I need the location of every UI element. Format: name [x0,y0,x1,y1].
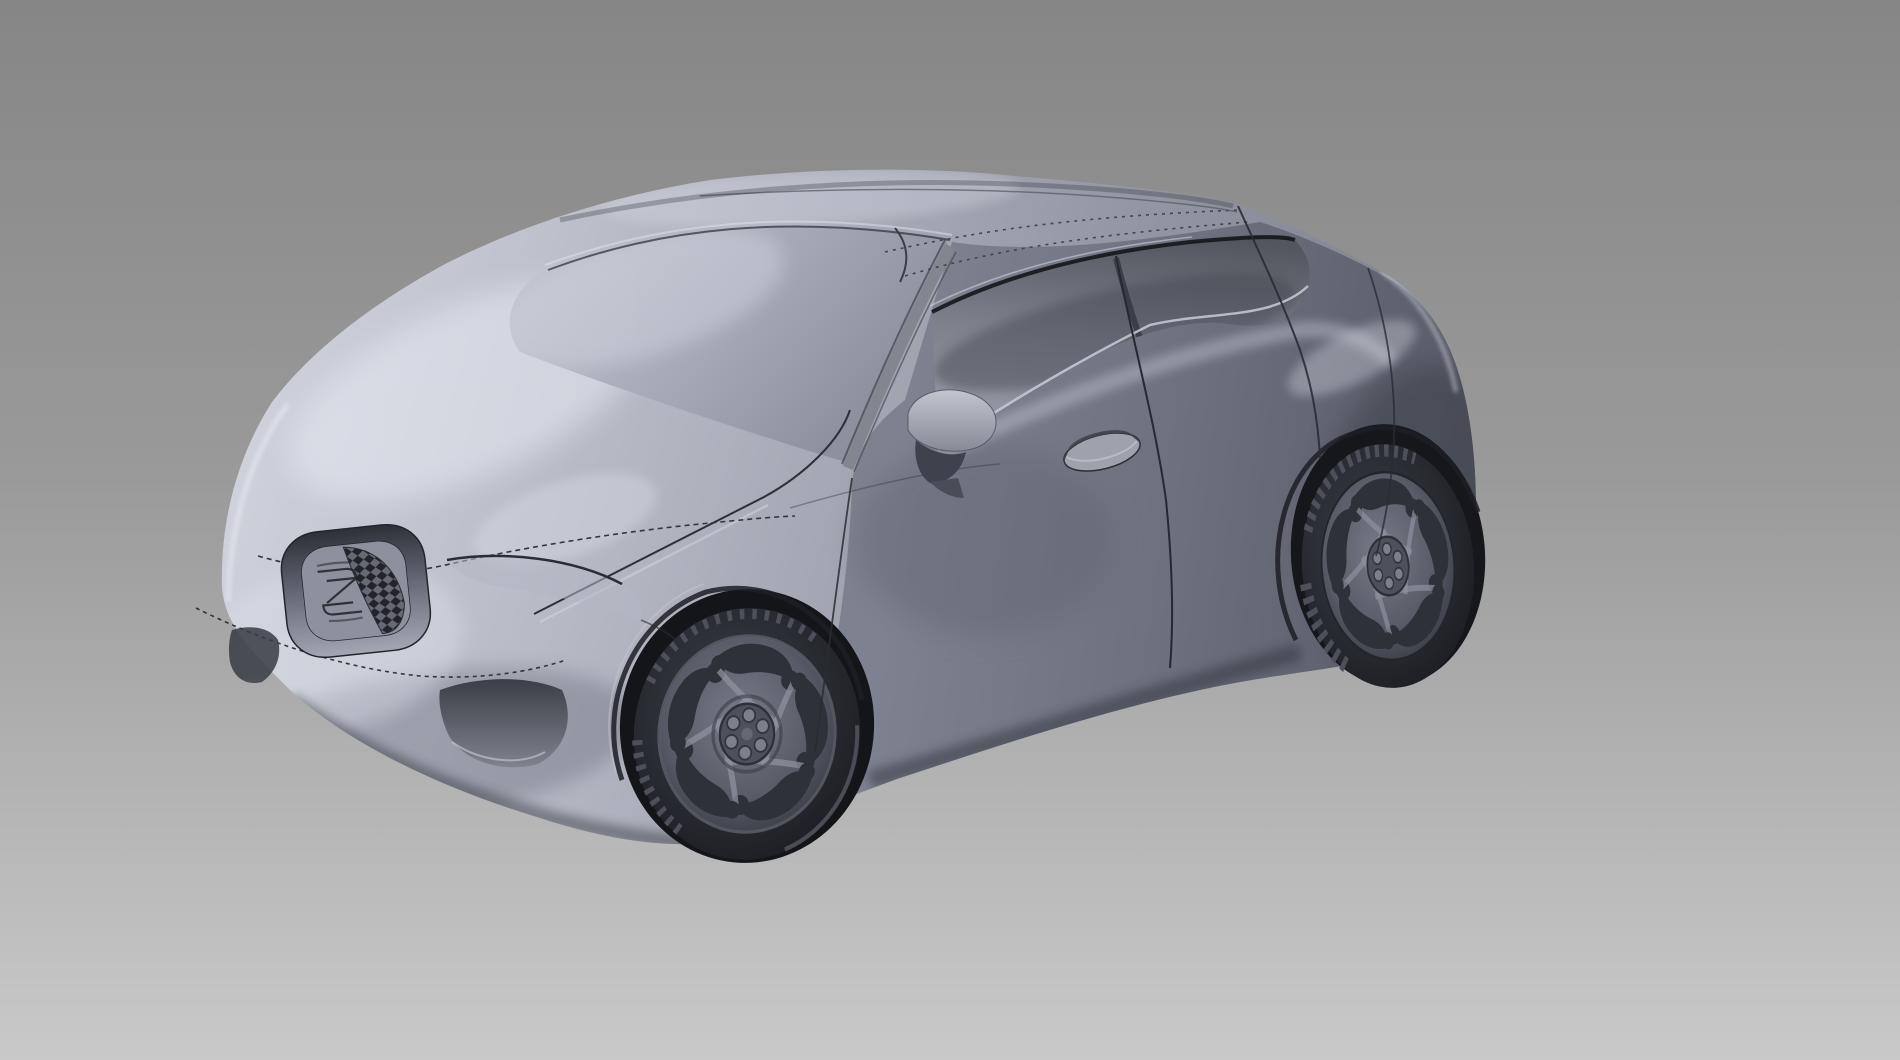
door-shadow [855,445,1115,635]
concept-car [181,161,1547,875]
fog-lamp-pocket [229,627,279,683]
car-render[interactable]: Silver-grey SEAT concept hatchback 3D mo… [0,0,1900,1060]
viewport-3d[interactable]: Silver-grey SEAT concept hatchback 3D mo… [0,0,1900,1060]
front-grille [278,521,434,661]
